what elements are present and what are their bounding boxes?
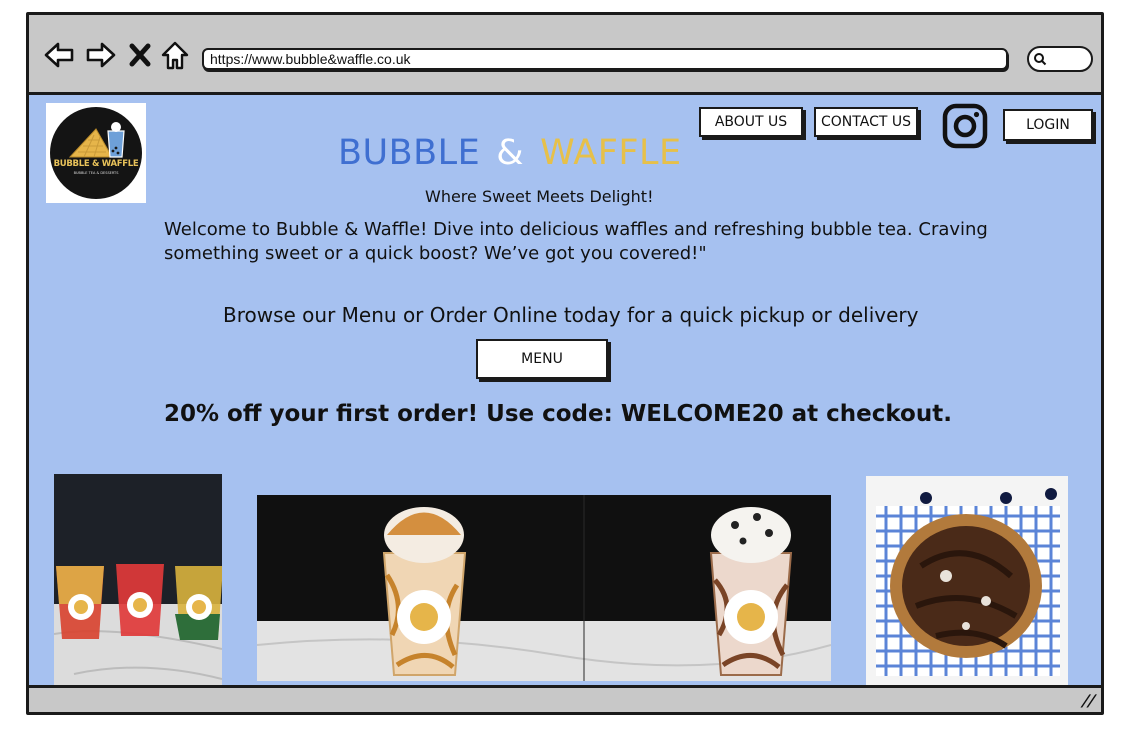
back-arrow-icon[interactable] <box>43 39 75 71</box>
logo-subtitle: BUBBLE TEA & DESSERTS <box>73 171 119 175</box>
logo-wordmark: BUBBLE & WAFFLE <box>53 159 139 169</box>
page-content: BUBBLE & WAFFLE BUBBLE TEA & DESSERTS AB… <box>29 95 1101 688</box>
resize-handle-icon[interactable]: // <box>1080 691 1099 710</box>
contact-us-button[interactable]: CONTACT US <box>814 107 918 137</box>
brand-title: BUBBLE & WAFFLE <box>338 133 682 173</box>
tagline: Where Sweet Meets Delight! <box>425 187 654 206</box>
address-bar[interactable]: https://www.bubble&waffle.co.uk <box>202 48 1008 70</box>
waffle-cup-icon <box>68 122 125 158</box>
close-x-icon[interactable] <box>127 39 153 71</box>
brand-title-waffle: WAFFLE <box>540 133 682 173</box>
search-icon <box>1034 53 1047 66</box>
promo-banner: 20% off your first order! Use code: WELC… <box>164 401 952 427</box>
browser-status-bar: // <box>29 685 1101 712</box>
site-logo[interactable]: BUBBLE & WAFFLE BUBBLE TEA & DESSERTS <box>46 103 146 203</box>
forward-arrow-icon[interactable] <box>85 39 117 71</box>
home-icon[interactable] <box>159 39 191 71</box>
brand-title-bubble: BUBBLE <box>338 133 481 173</box>
browser-toolbar: https://www.bubble&waffle.co.uk <box>29 15 1101 95</box>
welcome-text: Welcome to Bubble & Waffle! Dive into de… <box>164 219 988 264</box>
browser-window: https://www.bubble&waffle.co.uk BUBBLE &… <box>26 12 1104 715</box>
menu-button[interactable]: MENU <box>476 339 608 379</box>
login-button[interactable]: LOGIN <box>1003 109 1093 141</box>
brand-title-ampersand: & <box>496 133 525 173</box>
logo-badge: BUBBLE & WAFFLE BUBBLE TEA & DESSERTS <box>50 107 142 199</box>
bubble-tea-drinks-image <box>54 474 222 685</box>
browse-text: Browse our Menu or Order Online today fo… <box>223 303 919 327</box>
waffle-image <box>866 476 1068 686</box>
instagram-icon[interactable] <box>942 103 988 149</box>
browser-search-field[interactable] <box>1027 46 1093 72</box>
about-us-button[interactable]: ABOUT US <box>699 107 803 137</box>
milkshakes-image <box>257 495 831 681</box>
